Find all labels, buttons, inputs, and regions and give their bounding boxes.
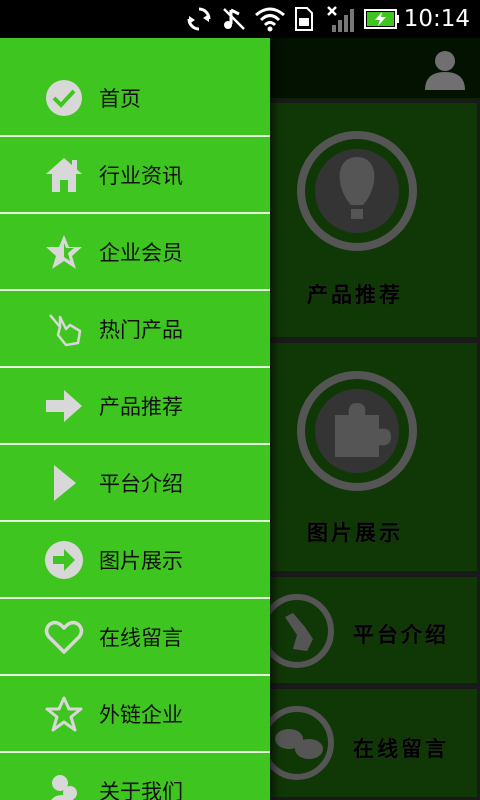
home-icon <box>44 155 84 195</box>
check-circle-icon <box>44 78 84 118</box>
sim-icon <box>292 5 316 33</box>
drawer-item-label: 外链企业 <box>99 702 183 727</box>
drawer-item-hot-products[interactable]: 热门产品 <box>0 291 270 368</box>
drawer-item-label: 首页 <box>99 86 141 111</box>
status-bar: 10:14 <box>0 0 480 38</box>
drawer-item-product-recommend[interactable]: 产品推荐 <box>0 368 270 445</box>
hand-pointer-icon <box>44 309 84 349</box>
drawer-item-label: 平台介绍 <box>99 471 183 496</box>
music-muted-icon <box>221 5 247 33</box>
navigation-drawer: 首页 行业资讯 企业会员 热门产品 产品推荐 平台介绍 图片展示 在线留言 外链… <box>0 38 270 800</box>
arrow-right-icon <box>44 386 84 426</box>
drawer-item-members[interactable]: 企业会员 <box>0 214 270 291</box>
drawer-item-label: 图片展示 <box>99 548 183 573</box>
star-outline-icon <box>44 694 84 734</box>
half-star-icon <box>44 232 84 272</box>
drawer-item-online-message[interactable]: 在线留言 <box>0 599 270 676</box>
play-triangle-icon <box>44 463 84 503</box>
drawer-item-home[interactable]: 首页 <box>0 60 270 137</box>
people-icon <box>44 771 84 800</box>
arrow-circle-icon <box>44 540 84 580</box>
drawer-item-label: 热门产品 <box>99 317 183 342</box>
signal-icon <box>326 5 356 33</box>
drawer-item-industry-news[interactable]: 行业资讯 <box>0 137 270 214</box>
battery-charging-icon <box>364 5 400 33</box>
drawer-item-picture-show[interactable]: 图片展示 <box>0 522 270 599</box>
heart-icon <box>44 617 84 657</box>
clock: 10:14 <box>403 6 470 32</box>
drawer-item-label: 行业资讯 <box>99 163 183 188</box>
drawer-item-label: 产品推荐 <box>99 394 183 419</box>
drawer-item-platform-intro[interactable]: 平台介绍 <box>0 445 270 522</box>
drawer-scrim[interactable] <box>270 38 480 800</box>
drawer-item-label: 在线留言 <box>99 625 183 650</box>
drawer-item-label: 企业会员 <box>99 240 183 265</box>
drawer-item-label: 关于我们 <box>99 779 183 800</box>
sync-icon <box>186 5 212 33</box>
drawer-item-about-us[interactable]: 关于我们 <box>0 753 270 800</box>
wifi-icon <box>253 5 287 33</box>
drawer-item-external-companies[interactable]: 外链企业 <box>0 676 270 753</box>
